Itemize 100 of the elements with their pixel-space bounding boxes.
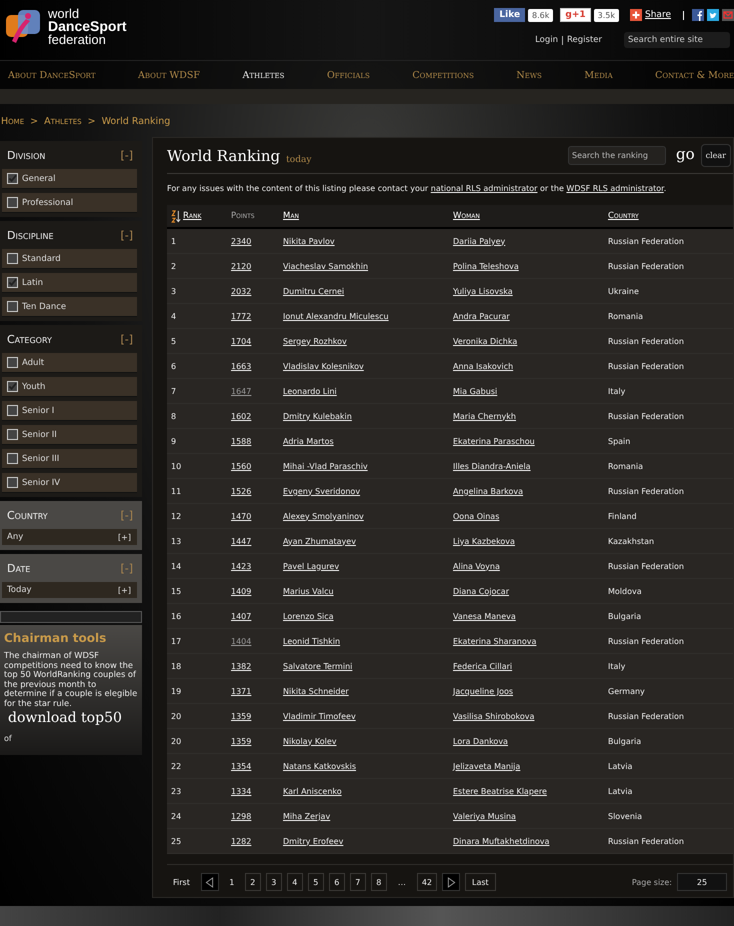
athlete-name-link[interactable]: Mia Gabusi	[453, 386, 498, 396]
breadcrumb-link[interactable]: Athletes	[44, 116, 82, 127]
filter-option[interactable]: Senior II	[2, 425, 137, 444]
collapse-toggle[interactable]: [-]	[120, 149, 133, 162]
page-button[interactable]: 5	[308, 873, 324, 891]
points-link[interactable]: 1423	[231, 562, 252, 570]
points-link[interactable]: 2120	[231, 262, 252, 270]
athlete-name-link[interactable]: Jelizaveta Manija	[453, 762, 520, 770]
download-link[interactable]: download top50	[4, 710, 138, 726]
checkbox[interactable]	[7, 381, 18, 392]
nav-item[interactable]: News	[516, 70, 542, 80]
athlete-name-link[interactable]: Adria Martos	[283, 436, 334, 446]
page-button[interactable]: 7	[350, 873, 366, 891]
previous-page-icon[interactable]	[200, 873, 219, 891]
athlete-name-link[interactable]: Sergey Rozhkov	[283, 336, 347, 346]
nav-item[interactable]: Media	[584, 70, 613, 80]
filter-option[interactable]: Standard	[2, 249, 137, 268]
sort-icon[interactable]	[171, 210, 181, 222]
login-link[interactable]: Login	[535, 35, 558, 45]
athlete-name-link[interactable]: Evgeny Sveridonov	[283, 486, 360, 496]
filter-dropdown[interactable]: Any [+]	[2, 529, 137, 545]
points-link[interactable]: 1704	[231, 336, 252, 346]
athlete-name-link[interactable]: Salvatore Termini	[283, 662, 352, 670]
athlete-name-link[interactable]: Liya Kazbekova	[453, 536, 515, 546]
page-button[interactable]: 6	[328, 873, 345, 891]
points-link[interactable]: 1470	[231, 512, 252, 520]
points-link[interactable]: 1526	[231, 486, 252, 496]
nav-item[interactable]: About DanceSport	[8, 70, 96, 80]
points-link[interactable]: 1354	[231, 762, 252, 770]
points-link[interactable]: 1404	[231, 636, 252, 646]
page-button[interactable]: 8	[370, 873, 387, 891]
athlete-name-link[interactable]: Ekaterina Sharanova	[453, 636, 536, 646]
share-link[interactable]: Share	[645, 10, 671, 20]
athlete-name-link[interactable]: Lorenzo Sica	[283, 612, 334, 620]
athlete-name-link[interactable]: Vanesa Maneva	[453, 612, 516, 620]
athlete-name-link[interactable]: Dariia Palyey	[453, 236, 506, 246]
page-button[interactable]: 42	[416, 873, 438, 891]
athlete-name-link[interactable]: Valeriya Musina	[453, 812, 516, 820]
points-link[interactable]: 1382	[231, 662, 252, 670]
page-size-field[interactable]: 25	[677, 873, 727, 891]
athlete-name-link[interactable]: Jacqueline Joos	[453, 686, 514, 696]
page-button[interactable]: 2	[244, 873, 261, 891]
nav-item[interactable]: Athletes	[242, 70, 284, 80]
athlete-name-link[interactable]: Lora Dankova	[453, 736, 508, 746]
athlete-name-link[interactable]: Polina Teleshova	[453, 262, 519, 270]
column-header-link[interactable]: Man	[283, 211, 299, 221]
filter-option[interactable]: Senior I	[2, 401, 137, 420]
page-button[interactable]: 3	[266, 873, 282, 891]
points-link[interactable]: 2032	[231, 286, 252, 296]
column-header-link[interactable]: Country	[608, 211, 639, 221]
breadcrumb-link[interactable]: Home	[1, 116, 24, 127]
filter-option[interactable]: Senior III	[2, 449, 137, 468]
filter-option[interactable]: Ten Dance	[2, 297, 137, 316]
athlete-name-link[interactable]: Vladimir Timofeev	[283, 712, 356, 720]
points-link[interactable]: 1663	[231, 362, 252, 370]
nav-item[interactable]: Officials	[326, 70, 370, 80]
points-link[interactable]: 1560	[231, 462, 252, 470]
athlete-name-link[interactable]: Nikita Schneider	[283, 686, 349, 696]
athlete-name-link[interactable]: Pavel Lagurev	[283, 562, 340, 570]
ranking-search-field[interactable]: Search the ranking	[568, 146, 666, 165]
column-header-link[interactable]: Woman	[453, 211, 480, 221]
nav-item[interactable]: Competitions	[412, 70, 474, 80]
plus-icon[interactable]	[630, 9, 642, 21]
athlete-name-link[interactable]: Leonid Tishkin	[283, 636, 340, 646]
column-header-link[interactable]: Rank	[183, 211, 202, 221]
points-link[interactable]: 1409	[231, 586, 252, 596]
points-link[interactable]: 1447	[231, 536, 252, 546]
points-link[interactable]: 1602	[231, 412, 252, 420]
like-button[interactable]: Like	[494, 8, 526, 22]
athlete-name-link[interactable]: Natans Katkovskis	[283, 762, 356, 770]
points-link[interactable]: 1334	[231, 786, 252, 796]
athlete-name-link[interactable]: Dmitry Kulebakin	[283, 412, 352, 420]
filter-option[interactable]: Latin	[2, 273, 137, 292]
athlete-name-link[interactable]: Oona Oinas	[453, 512, 500, 520]
facebook-icon[interactable]	[692, 9, 704, 21]
filter-dropdown[interactable]: Today [+]	[2, 582, 137, 598]
points-link[interactable]: 1359	[231, 736, 252, 746]
athlete-name-link[interactable]: Vladislav Kolesnikov	[283, 362, 364, 370]
filter-option[interactable]: Professional	[2, 193, 137, 212]
go-button[interactable]: go	[672, 144, 695, 166]
athlete-name-link[interactable]: Maria Chernykh	[453, 412, 516, 420]
athlete-name-link[interactable]: Vasilisa Shirobokova	[453, 712, 534, 720]
next-page-icon[interactable]	[442, 873, 460, 891]
athlete-name-link[interactable]: Karl Aniscenko	[283, 786, 342, 796]
page-button[interactable]: 4	[286, 873, 303, 891]
filter-option[interactable]: Senior IV	[2, 473, 137, 492]
points-link[interactable]: 1647	[231, 386, 252, 396]
register-link[interactable]: Register	[567, 35, 602, 45]
athlete-name-link[interactable]: Nikita Pavlov	[283, 236, 335, 246]
athlete-name-link[interactable]: Dmitry Erofeev	[283, 836, 344, 846]
athlete-name-link[interactable]: Alexey Smolyaninov	[283, 512, 364, 520]
admin-link[interactable]: national RLS administrator	[430, 184, 538, 193]
collapse-toggle[interactable]: [-]	[120, 333, 133, 346]
athlete-name-link[interactable]: Angelina Barkova	[453, 486, 524, 496]
filter-option[interactable]: General	[2, 169, 137, 188]
athlete-name-link[interactable]: Anna Isakovich	[453, 362, 514, 370]
athlete-name-link[interactable]: Illes Diandra-Aniela	[453, 462, 531, 470]
filter-option[interactable]: Youth	[2, 377, 137, 396]
collapse-toggle[interactable]: [-]	[120, 229, 133, 242]
nav-item[interactable]: About WDSF	[138, 70, 200, 80]
